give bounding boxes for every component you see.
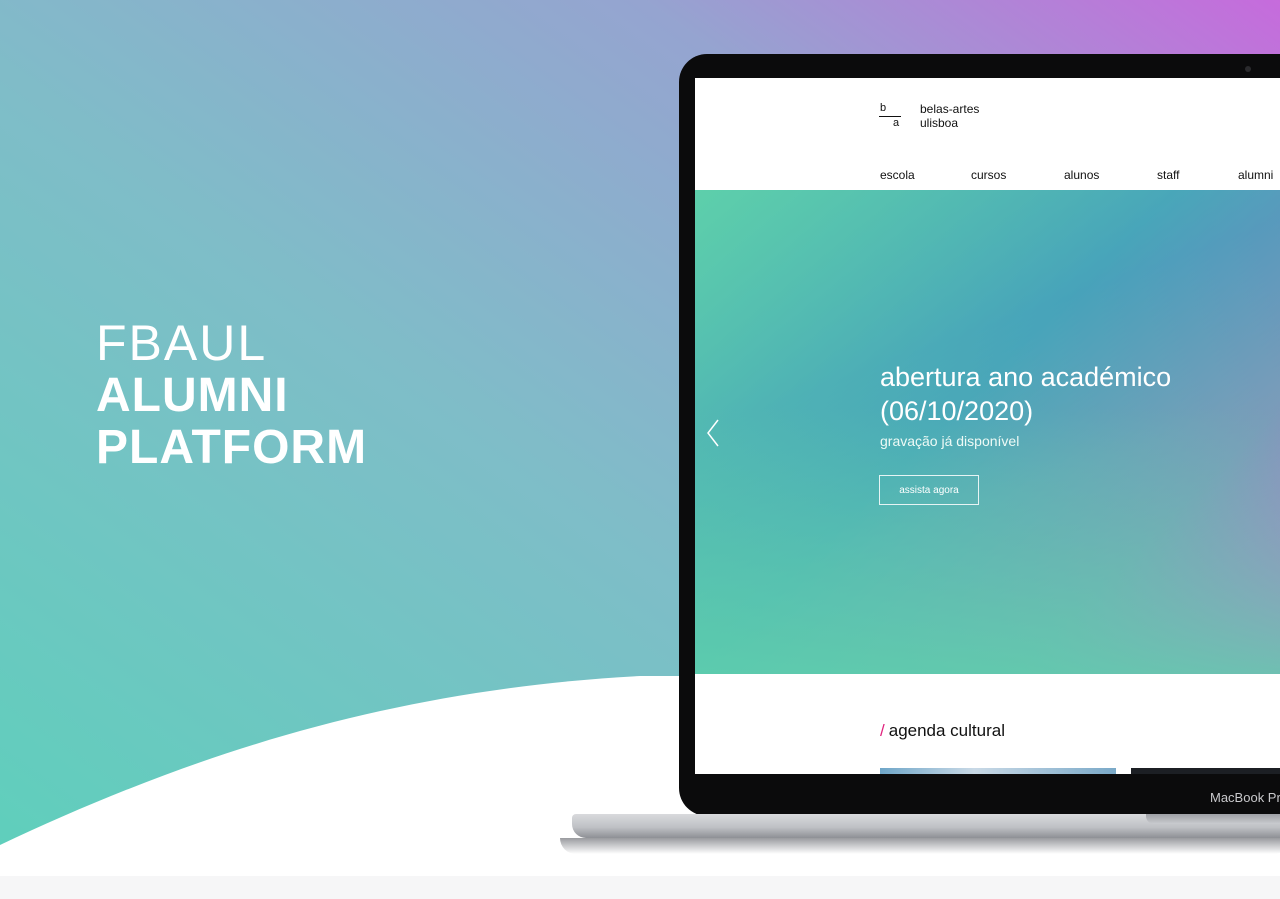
slide-subtitle: gravação já disponível [880, 433, 1020, 449]
hero-heading: FBAUL ALUMNI PLATFORM [96, 318, 367, 472]
laptop-screen: b a belas-artes ulisboa escola cursos al… [695, 78, 1280, 774]
logo-letter-b: b [880, 102, 887, 114]
agenda-slash: / [880, 721, 885, 740]
nav-item-cursos[interactable]: cursos [971, 168, 1006, 182]
slide-title: abertura ano académico (06/10/2020) [880, 362, 1172, 426]
nav-item-escola[interactable]: escola [880, 168, 915, 182]
hero-title-alumni: ALUMNI [96, 369, 289, 422]
nav-item-alunos[interactable]: alunos [1064, 168, 1099, 182]
logo-text-line2: ulisboa [920, 116, 959, 130]
slider-gradient-fade [695, 190, 1280, 674]
camera-icon [1245, 66, 1251, 72]
agenda-title: agenda cultural [888, 721, 1005, 740]
logo-letter-a: a [893, 117, 900, 129]
site-header: b a belas-artes ulisboa escola cursos al… [695, 78, 1280, 190]
hero-title-fbaul: FBAUL [96, 315, 268, 371]
site-logo-mark[interactable]: b a [879, 102, 903, 130]
agenda-card-image[interactable] [1131, 768, 1280, 774]
laptop-notch [1146, 814, 1280, 824]
hero-slider: abertura ano académico (06/10/2020) grav… [695, 190, 1280, 674]
agenda-card-image[interactable] [880, 768, 1116, 774]
laptop-shadow [560, 838, 1280, 854]
watch-now-button[interactable]: assista agora [879, 475, 979, 505]
logo-text-line1: belas-artes [920, 102, 980, 116]
chevron-left-icon[interactable] [705, 418, 721, 448]
macbook-label: MacBook Pro [1210, 790, 1280, 805]
agenda-section: / agenda cultural [695, 674, 1280, 774]
hero-title-platform: PLATFORM [96, 421, 368, 474]
nav-item-staff[interactable]: staff [1157, 168, 1179, 182]
agenda-heading: / agenda cultural [880, 721, 1005, 741]
site-logo-text[interactable]: belas-artes ulisboa [920, 102, 979, 130]
nav-item-alumni[interactable]: alumni [1238, 168, 1273, 182]
main-nav: escola cursos alunos staff alumni [695, 168, 1280, 188]
